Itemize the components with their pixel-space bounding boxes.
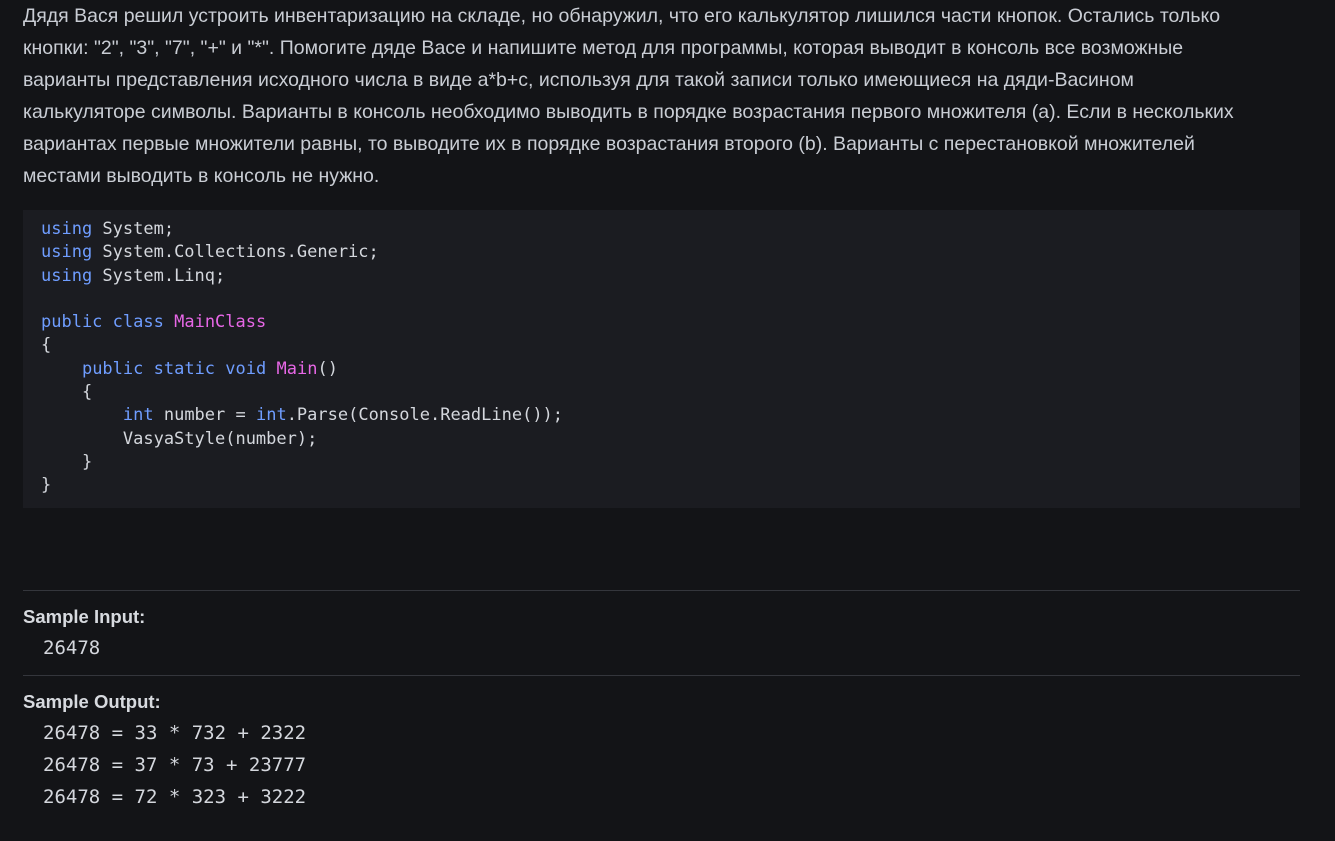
- problem-page: Дядя Вася решил устроить инвентаризацию …: [23, 0, 1300, 808]
- code-token: void: [225, 358, 267, 379]
- sample-output-line[interactable]: 26478 = 37 * 73 + 23777: [43, 754, 306, 776]
- code-token: (): [317, 358, 338, 379]
- code-token: int: [255, 405, 287, 426]
- code-line: using System.Collections.Generic;: [41, 241, 1282, 264]
- code-token: {: [41, 335, 52, 356]
- code-line: }: [41, 474, 1282, 497]
- code-token: .Parse(Console.ReadLine());: [286, 405, 564, 426]
- statement-line: вариантах первые множители равны, то выв…: [23, 133, 1195, 155]
- code-line: public static void Main(): [41, 358, 1282, 381]
- code-token: static: [153, 358, 216, 379]
- section-divider: [23, 675, 1300, 676]
- code-line: {: [41, 381, 1282, 404]
- statement-line: Дядя Вася решил устроить инвентаризацию …: [23, 5, 1221, 27]
- code-token: Main: [276, 358, 318, 379]
- code-line: using System;: [41, 218, 1282, 241]
- code-line: using System.Linq;: [41, 265, 1282, 288]
- code-token: int: [122, 405, 154, 426]
- sample-output-label: Sample Output:: [23, 691, 161, 712]
- code-token: {: [41, 382, 93, 403]
- code-token: using: [41, 265, 93, 286]
- statement-line: калькуляторе символы. Варианты в консоль…: [23, 101, 1234, 123]
- code-token: number =: [153, 405, 256, 426]
- code-line: VasyaStyle(number);: [41, 428, 1282, 451]
- code-token: }: [41, 451, 93, 472]
- code-token: using: [41, 219, 93, 239]
- problem-statement: Дядя Вася решил устроить инвентаризацию …: [23, 0, 1300, 192]
- code-line: int number = int.Parse(Console.ReadLine(…: [41, 404, 1282, 427]
- sample-output-line[interactable]: 26478 = 72 * 323 + 3222: [43, 786, 306, 808]
- statement-line: местами выводить в консоль не нужно.: [23, 165, 380, 187]
- code-token: public: [41, 312, 103, 333]
- code-token: }: [41, 475, 52, 496]
- code-line: public class MainClass: [41, 311, 1282, 334]
- code-token: MainClass: [174, 312, 267, 333]
- code-token: System.Linq;: [92, 265, 226, 286]
- code-token: VasyaStyle(number);: [41, 428, 318, 449]
- code-line: }: [41, 451, 1282, 474]
- code-token: using: [41, 242, 93, 263]
- code-line: {: [41, 334, 1282, 357]
- code-block[interactable]: using System; using System.Collections.Ge…: [23, 210, 1300, 508]
- section-divider: [23, 590, 1300, 591]
- code-token: System.Collections.Generic;: [92, 242, 379, 263]
- code-token: public: [81, 358, 144, 379]
- statement-line: варианты представления исходного числа в…: [23, 69, 1134, 91]
- sample-output-line[interactable]: 26478 = 33 * 732 + 2322: [43, 722, 306, 744]
- statement-line: кнопки: "2", "3", "7", "+" и "*". Помоги…: [23, 37, 1184, 59]
- sample-input-value[interactable]: 26478: [43, 637, 100, 659]
- code-token: System;: [92, 219, 175, 239]
- sample-input-label: Sample Input:: [23, 606, 146, 627]
- code-token: class: [112, 312, 164, 333]
